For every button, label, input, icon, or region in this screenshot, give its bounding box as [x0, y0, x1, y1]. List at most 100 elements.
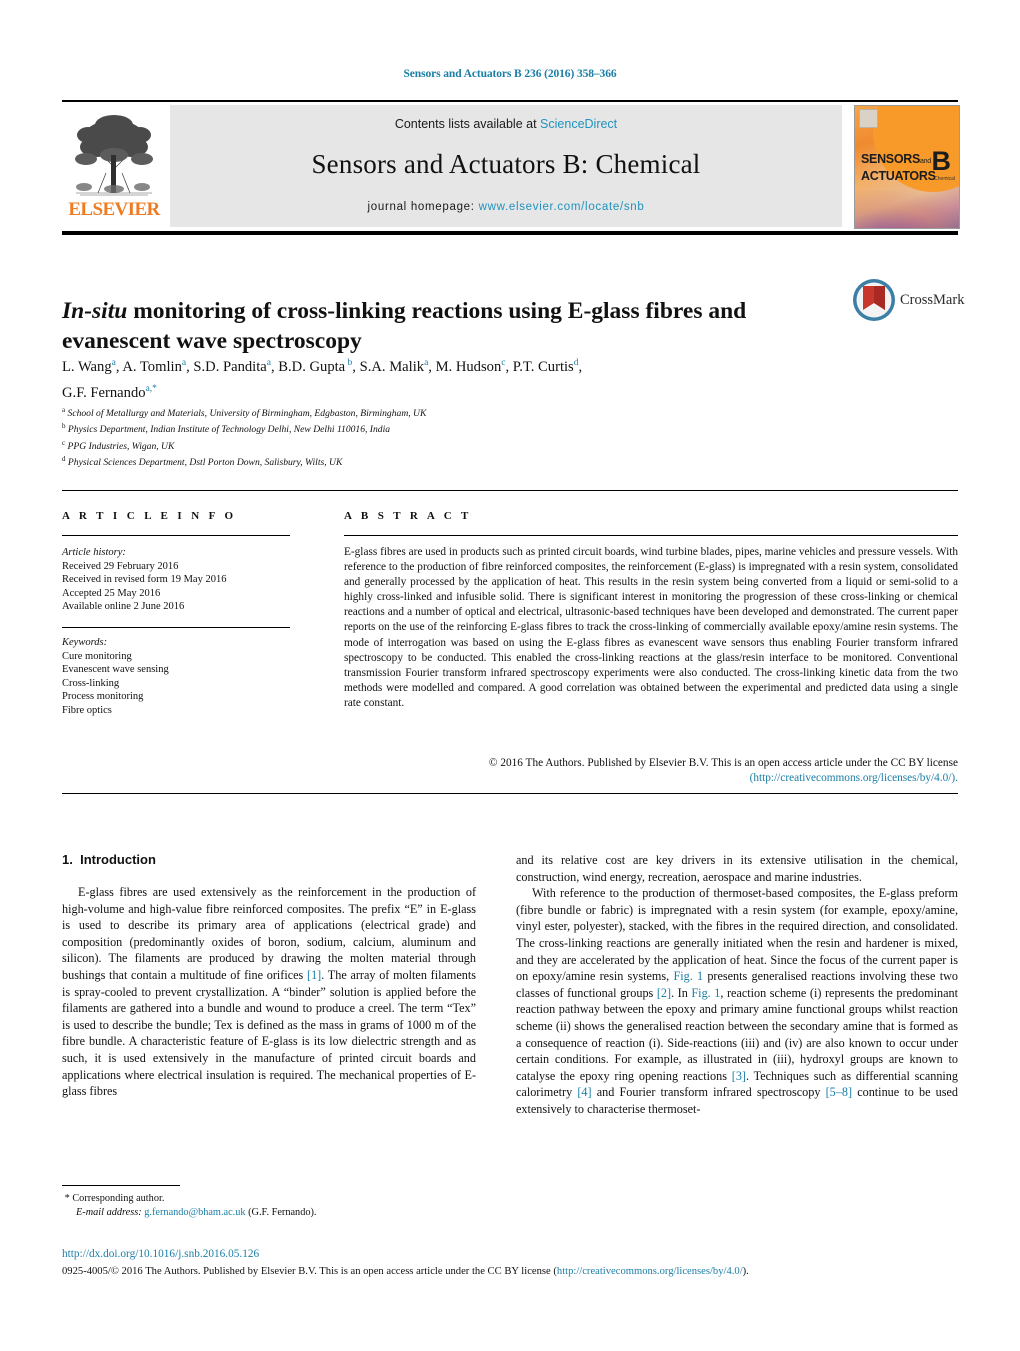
footer-copyright: 0925-4005/© 2016 The Authors. Published …	[62, 1266, 958, 1277]
title-rest: monitoring of cross-linking reactions us…	[62, 297, 747, 354]
corresponding-author-text: Corresponding author.	[72, 1193, 165, 1204]
journal-banner: Contents lists available at ScienceDirec…	[170, 105, 842, 227]
author-item: P.T. Curtisd	[512, 358, 579, 375]
history-item: Received 29 February 2016	[62, 560, 179, 572]
email-link[interactable]: g.fernando@bham.ac.uk	[144, 1207, 245, 1218]
keywords-rule	[62, 627, 290, 629]
author-item: L. Wanga	[62, 358, 116, 375]
sciencedirect-link[interactable]: ScienceDirect	[540, 117, 617, 131]
history-item: Available online 2 June 2016	[62, 601, 185, 613]
body-column-left: E-glass fibres are used extensively as t…	[62, 884, 476, 1100]
journal-cover-thumbnail: SENSORSand ACTUATORS B Chemical	[854, 105, 960, 229]
abstract-rule	[344, 535, 958, 537]
keyword-item: Fibre optics	[62, 704, 112, 716]
abstract-bottom-rule	[62, 793, 958, 795]
affiliation-list: a School of Metallurgy and Materials, Un…	[62, 404, 862, 470]
cover-elsevier-mark	[859, 109, 878, 128]
figure-ref[interactable]: Fig. 1	[691, 986, 720, 1000]
cover-series-sublabel: Chemical	[934, 176, 955, 182]
history-item: Accepted 25 May 2016	[62, 587, 161, 599]
article-history-label: Article history:	[62, 547, 126, 558]
journal-title: Sensors and Actuators B: Chemical	[311, 149, 701, 179]
masthead-bottom-rule	[62, 231, 958, 235]
affiliation-text: PPG Industries, Wigan, UK	[67, 440, 175, 452]
affiliation-item: d Physical Sciences Department, Dstl Por…	[62, 455, 343, 469]
keyword-item: Cross-linking	[62, 677, 120, 689]
abstract-heading: A B S T R A C T	[344, 510, 472, 522]
cover-splash-shape	[855, 190, 959, 228]
crossmark-icon	[853, 279, 895, 321]
paragraph-text: and Fourier transform infrared spectrosc…	[591, 1085, 826, 1100]
author-item: S.A. Malika	[359, 358, 429, 375]
cover-line1: SENSORS	[861, 152, 921, 166]
affiliation-item: c PPG Industries, Wigan, UK	[62, 438, 175, 452]
top-rule	[62, 100, 958, 102]
cover-title-text: SENSORSand ACTUATORS	[861, 152, 936, 183]
journal-homepage-line: journal homepage: www.elsevier.com/locat…	[170, 201, 842, 213]
section-number: 1.	[62, 852, 73, 867]
section-heading-introduction: 1. Introduction	[62, 852, 156, 867]
citation-ref[interactable]: [4]	[577, 1085, 591, 1099]
running-head: Sensors and Actuators B 236 (2016) 358–3…	[403, 68, 617, 80]
footnote-line-2: E-mail address: g.fernando@bham.ac.uk (G…	[62, 1206, 482, 1220]
paragraph: E-glass fibres are used extensively as t…	[62, 884, 476, 1100]
keyword-list: Keywords: Cure monitoring Evanescent wav…	[62, 636, 302, 718]
paragraph-text: . The array of molten filaments is spray…	[62, 967, 476, 1099]
affiliation-text: School of Metallurgy and Materials, Univ…	[67, 408, 427, 420]
affiliation-item: b Physics Department, Indian Institute o…	[62, 422, 391, 436]
crossmark-label: CrossMark	[900, 292, 965, 308]
elsevier-wordmark: ELSEVIER	[68, 199, 160, 220]
journal-masthead: ELSEVIER Contents lists available at Sci…	[62, 105, 960, 229]
contents-prefix: Contents lists available at	[394, 117, 537, 131]
paper-page: Sensors and Actuators B 236 (2016) 358–3…	[0, 0, 1020, 1351]
cover-series-letter: B	[931, 146, 952, 176]
cover-line2: ACTUATORS	[861, 169, 936, 183]
citation-ref[interactable]: [3]	[732, 1069, 746, 1083]
footnote-rule	[62, 1185, 180, 1187]
info-top-rule	[62, 490, 958, 492]
email-label: E-mail address:	[76, 1207, 142, 1218]
author-item: B.D. Gupta b	[278, 358, 353, 375]
elsevier-logo: ELSEVIER	[62, 105, 166, 227]
citation-ref[interactable]: [5–8]	[826, 1085, 852, 1099]
contents-lists-line: Contents lists available at ScienceDirec…	[170, 117, 842, 131]
elsevier-tree-icon	[75, 115, 153, 196]
citation-ref[interactable]: [2]	[657, 986, 671, 1000]
license-link[interactable]: (http://creativecommons.org/licenses/by/…	[750, 772, 958, 784]
author-list: L. Wanga, A. Tomlina, S.D. Panditaa, B.D…	[62, 358, 583, 401]
footnote-line-1: * Corresponding author.	[62, 1192, 482, 1206]
title-italic-part: In-situ	[62, 297, 128, 324]
keywords-label: Keywords:	[62, 637, 108, 648]
paragraph-text: and its relative cost are key drivers in…	[516, 853, 958, 884]
article-info-heading: A R T I C L E I N F O	[62, 510, 237, 522]
corresponding-author-footnote: * Corresponding author. E-mail address: …	[62, 1192, 482, 1220]
affiliation-text: Physical Sciences Department, Dstl Porto…	[67, 457, 343, 469]
paragraph: With reference to the production of ther…	[516, 885, 958, 1117]
article-history: Article history: Received 29 February 20…	[62, 546, 302, 614]
doi-link[interactable]: http://dx.doi.org/10.1016/j.snb.2016.05.…	[62, 1248, 259, 1260]
abstract-body: E-glass fibres are used in products such…	[344, 546, 958, 709]
article-info-rule	[62, 535, 290, 537]
paragraph: and its relative cost are key drivers in…	[516, 852, 958, 885]
figure-ref[interactable]: Fig. 1	[673, 969, 703, 983]
keyword-item: Evanescent wave sensing	[62, 664, 169, 676]
page-title: In-situ monitoring of cross-linking reac…	[62, 296, 822, 356]
author-item: A. Tomlina	[122, 358, 187, 375]
homepage-label: journal homepage:	[367, 201, 475, 213]
cover-and: and	[920, 158, 931, 165]
keyword-item: Process monitoring	[62, 691, 144, 703]
footer-tail: ).	[742, 1266, 749, 1277]
copyright-text: © 2016 The Authors. Published by Elsevie…	[488, 757, 958, 769]
affiliation-item: a School of Metallurgy and Materials, Un…	[62, 406, 427, 420]
history-item: Received in revised form 19 May 2016	[62, 574, 227, 586]
citation-ref[interactable]: [1]	[307, 968, 321, 982]
footer-license-link[interactable]: http://creativecommons.org/licenses/by/4…	[557, 1266, 743, 1277]
issn-copyright-text: 0925-4005/© 2016 The Authors. Published …	[62, 1266, 557, 1277]
footnote-star: *	[64, 1193, 70, 1204]
email-owner: (G.F. Fernando).	[248, 1207, 317, 1218]
author-item: M. Hudsonc	[435, 358, 506, 375]
crossmark-badge[interactable]: CrossMark	[852, 278, 964, 328]
keyword-item: Cure monitoring	[62, 650, 132, 662]
author-item: S.D. Panditaa	[193, 358, 271, 375]
homepage-url[interactable]: www.elsevier.com/locate/snb	[479, 201, 645, 213]
